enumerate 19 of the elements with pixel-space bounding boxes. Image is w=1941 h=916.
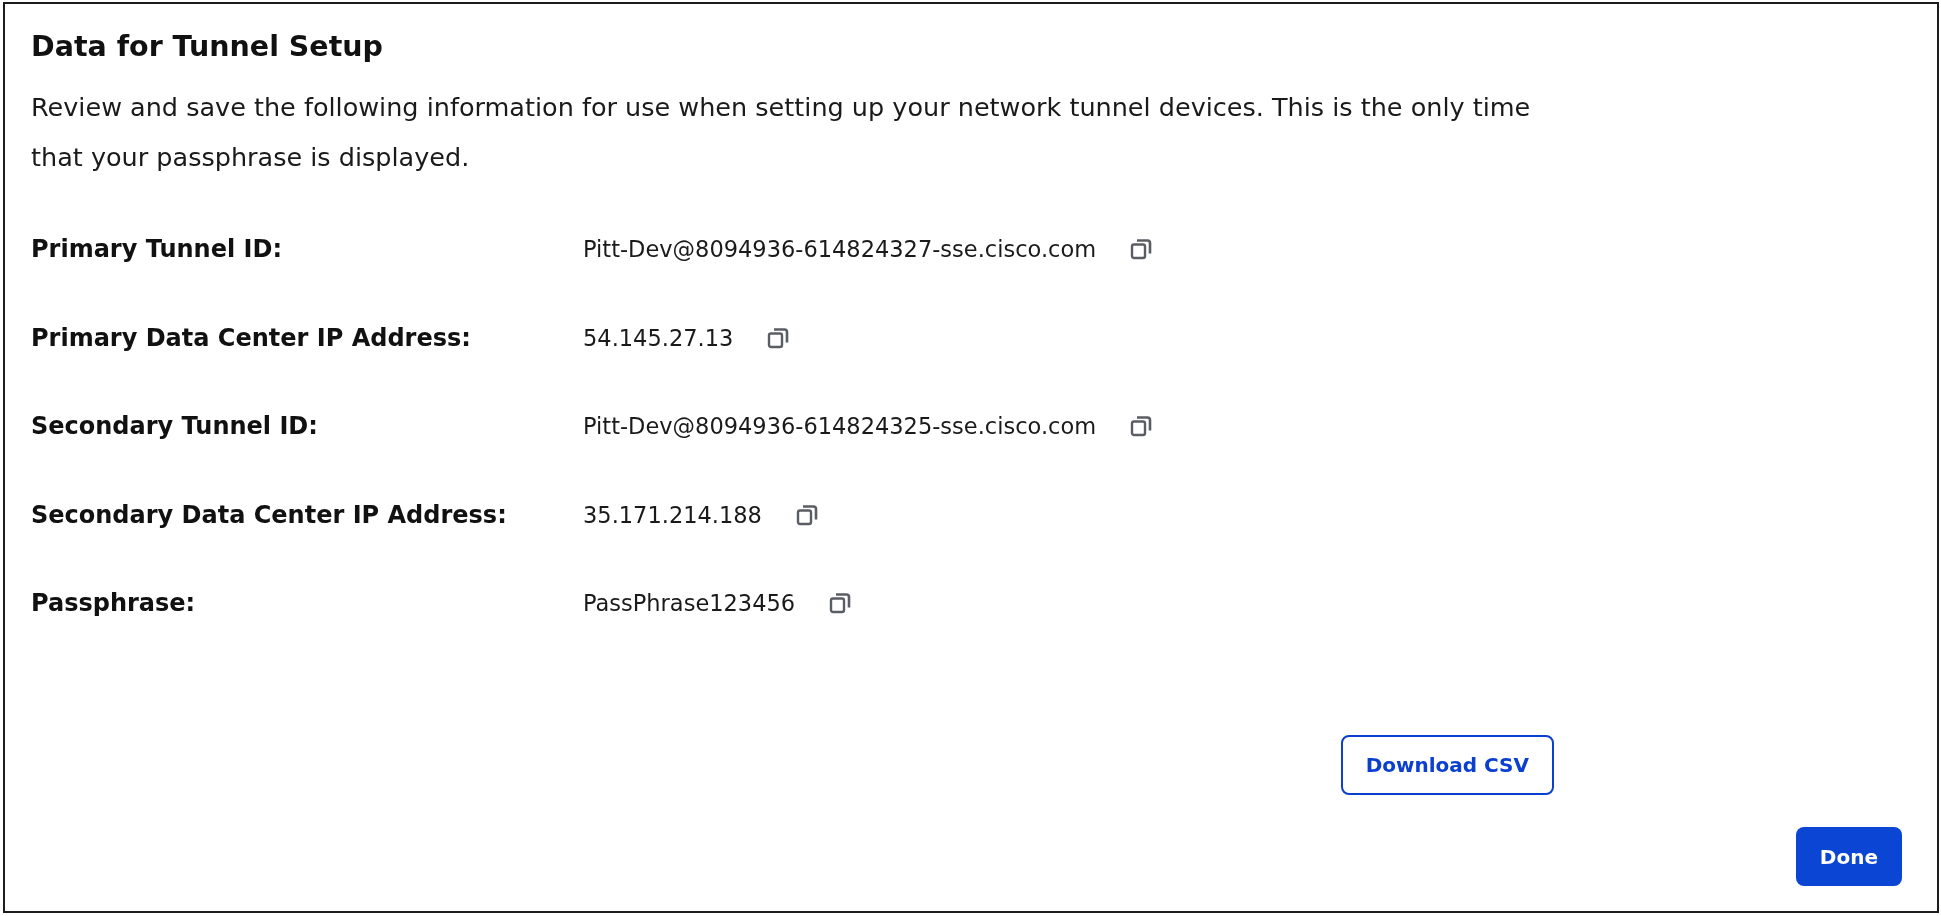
field-value: Pitt-Dev@8094936-614824327-sse.cisco.com xyxy=(583,236,1097,263)
copy-icon[interactable] xyxy=(795,503,818,526)
field-value: 54.145.27.13 xyxy=(583,324,734,351)
copy-icon[interactable] xyxy=(829,592,852,615)
copy-icon[interactable] xyxy=(1130,238,1153,261)
field-label: Secondary Tunnel ID: xyxy=(31,412,319,441)
copy-icon[interactable] xyxy=(767,326,790,349)
copy-icon[interactable] xyxy=(1130,415,1153,438)
field-value: 35.171.214.188 xyxy=(583,501,762,528)
field-label: Primary Data Center IP Address: xyxy=(31,323,472,352)
field-value: PassPhrase123456 xyxy=(583,590,796,617)
field-value: Pitt-Dev@8094936-614824325-sse.cisco.com xyxy=(583,413,1097,440)
field-label: Primary Tunnel ID: xyxy=(31,235,283,264)
done-button[interactable]: Done xyxy=(1795,827,1902,886)
dialog-title: Data for Tunnel Setup xyxy=(31,29,383,65)
field-label: Secondary Data Center IP Address: xyxy=(31,500,508,529)
description-text: Review and save the following information for use when setting up your network tunnel devices. This is the only time that your passphrase is displayed. xyxy=(31,91,1532,174)
download-csv-button[interactable]: Download CSV xyxy=(1340,735,1554,795)
field-label: Passphrase: xyxy=(31,589,197,618)
